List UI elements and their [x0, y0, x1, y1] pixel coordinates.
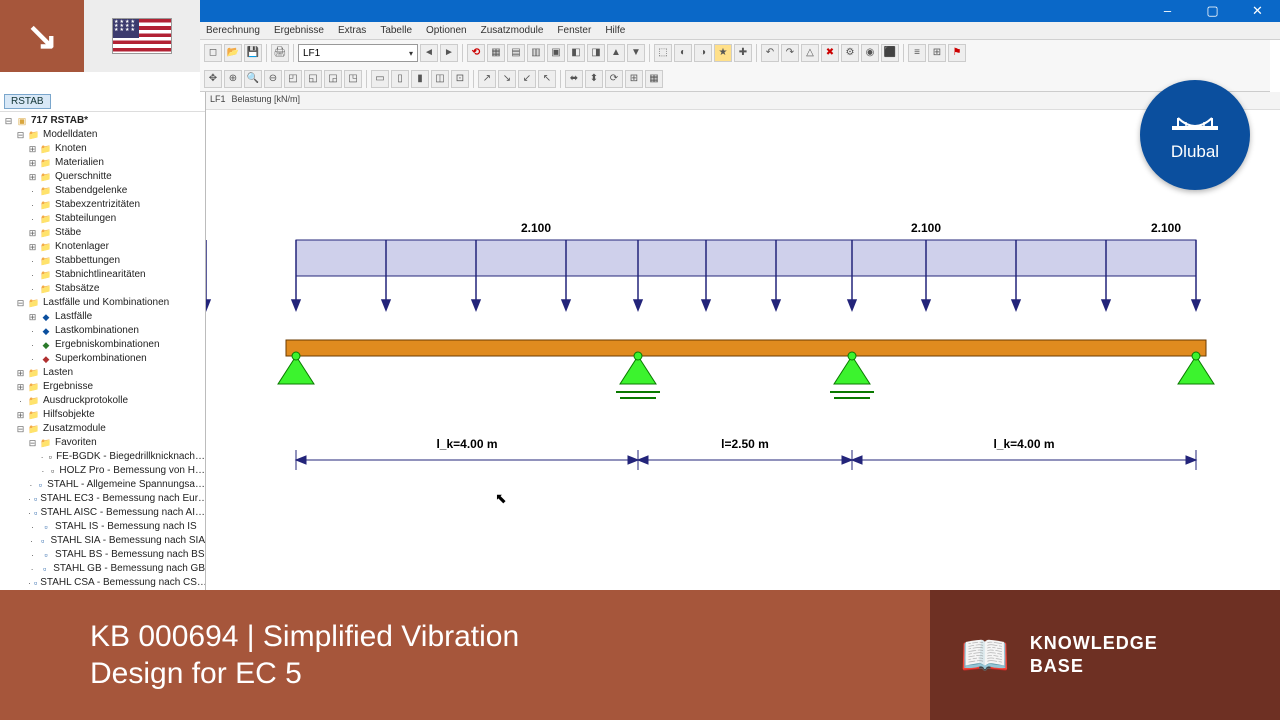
view-m-icon[interactable]: ⊡ — [451, 70, 469, 88]
tree-stabexz[interactable]: ·📁Stabexzentrizitäten — [4, 198, 205, 212]
view-t-icon[interactable]: ⟳ — [605, 70, 623, 88]
viewport-header: LF1 Belastung [kN/m] — [206, 92, 1280, 110]
tree-superkomb[interactable]: ·◆Superkombinationen — [4, 352, 205, 366]
support-3[interactable] — [830, 352, 874, 398]
navigator-tab-rstab[interactable]: RSTAB — [4, 94, 51, 109]
tree-stabteil[interactable]: ·📁Stabteilungen — [4, 212, 205, 226]
tree-stahl-sia[interactable]: ·▫STAHL SIA - Bemessung nach SIA — [4, 534, 205, 548]
kb-category-label: KNOWLEDGEBASE — [1030, 632, 1158, 679]
tree-staebe[interactable]: ⊞📁Stäbe — [4, 226, 205, 240]
tree-hilfsobj[interactable]: ⊞📁Hilfsobjekte — [4, 408, 205, 422]
view-v-icon[interactable]: ▦ — [645, 70, 663, 88]
navigator-tree[interactable]: ⊟▣717 RSTAB* ⊟📁Modelldaten ⊞📁Knoten ⊞📁Ma… — [0, 112, 205, 590]
view-e-icon[interactable]: ◰ — [284, 70, 302, 88]
view-l-icon[interactable]: ◫ — [431, 70, 449, 88]
view-b-icon[interactable]: ⊕ — [224, 70, 242, 88]
support-2[interactable] — [616, 352, 660, 398]
tree-materialien[interactable]: ⊞📁Materialien — [4, 156, 205, 170]
tree-stabnl[interactable]: ·📁Stabnichtlinearitäten — [4, 268, 205, 282]
tree-ergebnisse[interactable]: ⊞📁Ergebnisse — [4, 380, 205, 394]
beam-member[interactable] — [286, 340, 1206, 356]
book-icon: 📖 — [960, 632, 1010, 679]
tree-zusatz[interactable]: ⊟📁Zusatzmodule — [4, 422, 205, 436]
support-1[interactable] — [278, 352, 314, 384]
tree-ausdruck[interactable]: ·📁Ausdruckprotokolle — [4, 394, 205, 408]
view-f-icon[interactable]: ◱ — [304, 70, 322, 88]
tree-ergkomb[interactable]: ·◆Ergebniskombinationen — [4, 338, 205, 352]
tree-stahl-bs[interactable]: ·▫STAHL BS - Bemessung nach BS — [4, 548, 205, 562]
cursor-icon: ⬉ — [495, 490, 507, 507]
view-g-icon[interactable]: ◲ — [324, 70, 342, 88]
tree-stahl-ec3[interactable]: ·▫STAHL EC3 - Bemessung nach Eur… — [4, 492, 205, 506]
view-u-icon[interactable]: ⊞ — [625, 70, 643, 88]
dim-3: l_k=4.00 m — [993, 437, 1054, 451]
tree-lastfaelle[interactable]: ⊞◆Lastfälle — [4, 310, 205, 324]
video-bottom-overlay: KB 000694 | Simplified VibrationDesign f… — [0, 590, 1280, 720]
view-i-icon[interactable]: ▭ — [371, 70, 389, 88]
view-p-icon[interactable]: ↙ — [518, 70, 536, 88]
tree-stabbett[interactable]: ·📁Stabbettungen — [4, 254, 205, 268]
load-value-3: 2.100 — [1151, 221, 1181, 235]
navigator-tabs: RSTAB — [0, 92, 205, 112]
view-d-icon[interactable]: ⊖ — [264, 70, 282, 88]
view-j-icon[interactable]: ▯ — [391, 70, 409, 88]
view-h-icon[interactable]: ◳ — [344, 70, 362, 88]
tree-stahl-csa[interactable]: ·▫STAHL CSA - Bemessung nach CS… — [4, 576, 205, 590]
viewport-lf-label: LF1 — [210, 94, 226, 107]
view-c-icon[interactable]: 🔍 — [244, 70, 262, 88]
badge-text: Dlubal — [1171, 142, 1219, 162]
tree-knoten[interactable]: ⊞📁Knoten — [4, 142, 205, 156]
structural-diagram[interactable]: 2.100 2.100 2.100 — [206, 110, 1280, 590]
dlubal-badge: Dlubal — [1140, 80, 1250, 190]
view-n-icon[interactable]: ↗ — [478, 70, 496, 88]
arrow-down-right-icon: ↘ — [26, 14, 58, 59]
overlay-corner: ↘ — [0, 0, 84, 72]
tree-stahl-gb[interactable]: ·▫STAHL GB - Bemessung nach GB — [4, 562, 205, 576]
navigator-panel: RSTAB ⊟▣717 RSTAB* ⊟📁Modelldaten ⊞📁Knote… — [0, 92, 206, 590]
load-value-2: 2.100 — [911, 221, 941, 235]
view-r-icon[interactable]: ⬌ — [565, 70, 583, 88]
tree-knotenlager[interactable]: ⊞📁Knotenlager — [4, 240, 205, 254]
us-flag-icon: ★★★★★★★★★★★★ — [112, 18, 172, 54]
bridge-icon — [1170, 108, 1220, 138]
video-top-overlay: ↘ ★★★★★★★★★★★★ — [0, 0, 1280, 72]
view-s-icon[interactable]: ⬍ — [585, 70, 603, 88]
view-o-icon[interactable]: ↘ — [498, 70, 516, 88]
view-k-icon[interactable]: ▮ — [411, 70, 429, 88]
viewport-caption: Belastung [kN/m] — [232, 94, 301, 107]
dim-2: l=2.50 m — [721, 437, 769, 451]
view-q-icon[interactable]: ↖ — [538, 70, 556, 88]
tree-stahl-aisc[interactable]: ·▫STAHL AISC - Bemessung nach AI… — [4, 506, 205, 520]
model-viewport[interactable]: LF1 Belastung [kN/m] — [206, 92, 1280, 590]
tree-fe-bgdk[interactable]: ·▫FE-BGDK - Biegedrillknicknach… — [4, 450, 205, 464]
tree-querschnitte[interactable]: ⊞📁Querschnitte — [4, 170, 205, 184]
view-a-icon[interactable]: ✥ — [204, 70, 222, 88]
tree-lastkomb[interactable]: ·◆Lastkombinationen — [4, 324, 205, 338]
tree-stahl-is[interactable]: ·▫STAHL IS - Bemessung nach IS — [4, 520, 205, 534]
tree-stabsaetze[interactable]: ·📁Stabsätze — [4, 282, 205, 296]
tree-lfkomb[interactable]: ⊟📁Lastfälle und Kombinationen — [4, 296, 205, 310]
tree-stahl-allg[interactable]: ·▫STAHL - Allgemeine Spannungsa… — [4, 478, 205, 492]
tree-modelldaten[interactable]: ⊟📁Modelldaten — [4, 128, 205, 142]
load-value-1: 2.100 — [521, 221, 551, 235]
tree-stabendgelenke[interactable]: ·📁Stabendgelenke — [4, 184, 205, 198]
kb-title: KB 000694 | Simplified VibrationDesign f… — [0, 618, 930, 693]
dim-1: l_k=4.00 m — [436, 437, 497, 451]
tree-project[interactable]: ⊟▣717 RSTAB* — [4, 114, 205, 128]
tree-holz-pro[interactable]: ·▫HOLZ Pro - Bemessung von H… — [4, 464, 205, 478]
support-4[interactable] — [1178, 352, 1214, 384]
tree-favoriten[interactable]: ⊟📁Favoriten — [4, 436, 205, 450]
tree-lasten[interactable]: ⊞📁Lasten — [4, 366, 205, 380]
kb-category-block: 📖 KNOWLEDGEBASE — [930, 590, 1280, 720]
language-flag: ★★★★★★★★★★★★ — [84, 0, 200, 72]
